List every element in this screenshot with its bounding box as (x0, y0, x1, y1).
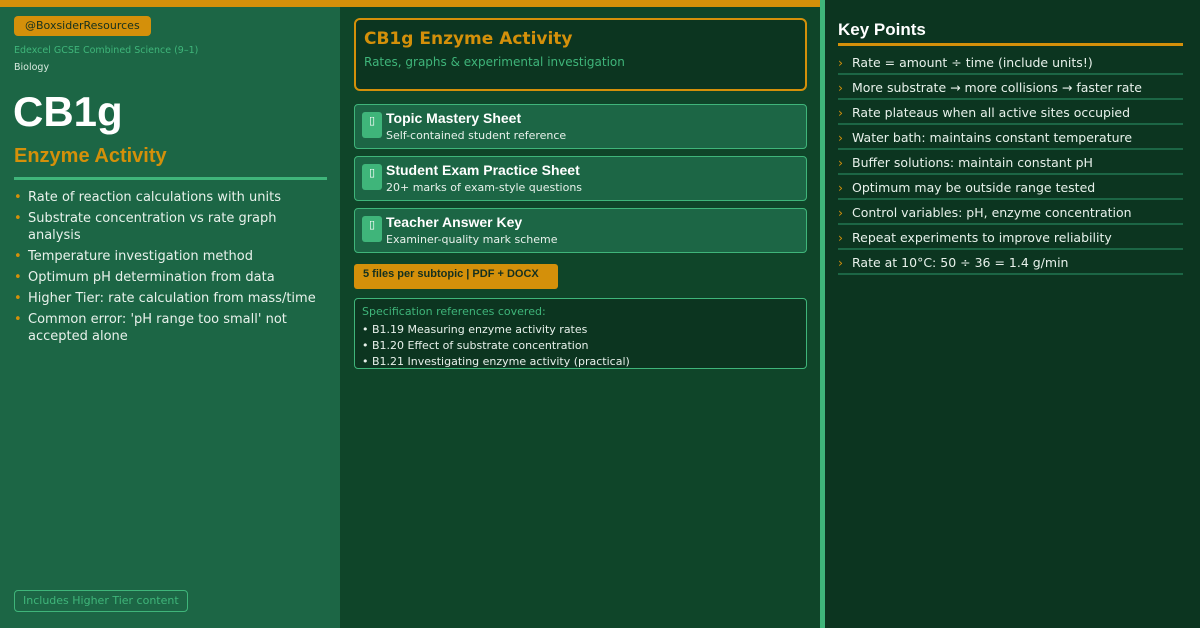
card-title: Student Exam Practice Sheet (386, 162, 580, 178)
spec-references-list: • B1.19 Measuring enzyme activity rates … (362, 322, 630, 370)
list-item: Rate of reaction calculations with units (14, 189, 324, 206)
specification-label: Edexcel GCSE Combined Science (9–1) (14, 45, 199, 56)
list-item: Optimum may be outside range tested (838, 178, 1183, 200)
list-item: Rate plateaus when all active sites occu… (838, 103, 1183, 125)
list-item: Rate at 10°C: 50 ÷ 36 = 1.4 g/min (838, 253, 1183, 275)
spec-references-heading: Specification references covered: (362, 305, 546, 318)
title-divider (14, 177, 327, 180)
list-item: Substrate concentration vs rate graph an… (14, 210, 324, 244)
list-item: Optimum pH determination from data (14, 269, 324, 286)
card-subtitle: 20+ marks of exam-style questions (386, 181, 583, 194)
subject-label: Biology (14, 62, 50, 73)
list-item: • B1.19 Measuring enzyme activity rates (362, 323, 588, 336)
left-panel: @BoxsiderResources Edexcel GCSE Combined… (0, 7, 340, 628)
key-points-title: Key Points (838, 20, 926, 39)
document-icon: ▯ (362, 112, 382, 138)
document-icon: ▯ (362, 216, 382, 242)
document-icon: ▯ (362, 164, 382, 190)
higher-tier-badge: Includes Higher Tier content (14, 590, 188, 612)
author-handle: @BoxsiderResources (14, 16, 151, 36)
main-title-box: CB1g Enzyme Activity Rates, graphs & exp… (354, 18, 807, 91)
list-item: Rate = amount ÷ time (include units!) (838, 53, 1183, 75)
topic-code: CB1g (13, 88, 123, 135)
list-item: Water bath: maintains constant temperatu… (838, 128, 1183, 150)
resource-card-topic-mastery: ▯ Topic Mastery Sheet Self-contained stu… (354, 104, 807, 149)
list-item: • B1.21 Investigating enzyme activity (p… (362, 355, 630, 368)
key-points-divider (838, 43, 1183, 46)
card-subtitle: Self-contained student reference (386, 129, 567, 142)
key-points-panel: Key Points Rate = amount ÷ time (include… (825, 0, 1200, 628)
main-title: CB1g Enzyme Activity (364, 29, 573, 49)
list-item: Common error: 'pH range too small' not a… (14, 311, 324, 345)
list-item: Repeat experiments to improve reliabilit… (838, 228, 1183, 250)
topic-bullets: Rate of reaction calculations with units… (14, 189, 324, 349)
list-item: Temperature investigation method (14, 248, 324, 265)
middle-panel: CB1g Enzyme Activity Rates, graphs & exp… (340, 7, 820, 628)
list-item: Buffer solutions: maintain constant pH (838, 153, 1183, 175)
list-item: Higher Tier: rate calculation from mass/… (14, 290, 324, 307)
topic-title: Enzyme Activity (14, 145, 167, 167)
top-accent-bar (0, 0, 820, 7)
list-item: Control variables: pH, enzyme concentrat… (838, 203, 1183, 225)
list-item: More substrate → more collisions → faste… (838, 78, 1183, 100)
key-points-list: Rate = amount ÷ time (include units!) Mo… (838, 53, 1183, 278)
spec-references-box: Specification references covered: • B1.1… (354, 298, 807, 369)
resource-card-answer-key: ▯ Teacher Answer Key Examiner-quality ma… (354, 208, 807, 253)
files-badge: 5 files per subtopic | PDF + DOCX (354, 264, 558, 289)
card-title: Topic Mastery Sheet (386, 110, 522, 126)
card-title: Teacher Answer Key (386, 214, 523, 230)
resource-card-exam-practice: ▯ Student Exam Practice Sheet 20+ marks … (354, 156, 807, 201)
list-item: • B1.20 Effect of substrate concentratio… (362, 339, 589, 352)
main-subtitle: Rates, graphs & experimental investigati… (364, 55, 625, 69)
card-subtitle: Examiner-quality mark scheme (386, 233, 558, 246)
